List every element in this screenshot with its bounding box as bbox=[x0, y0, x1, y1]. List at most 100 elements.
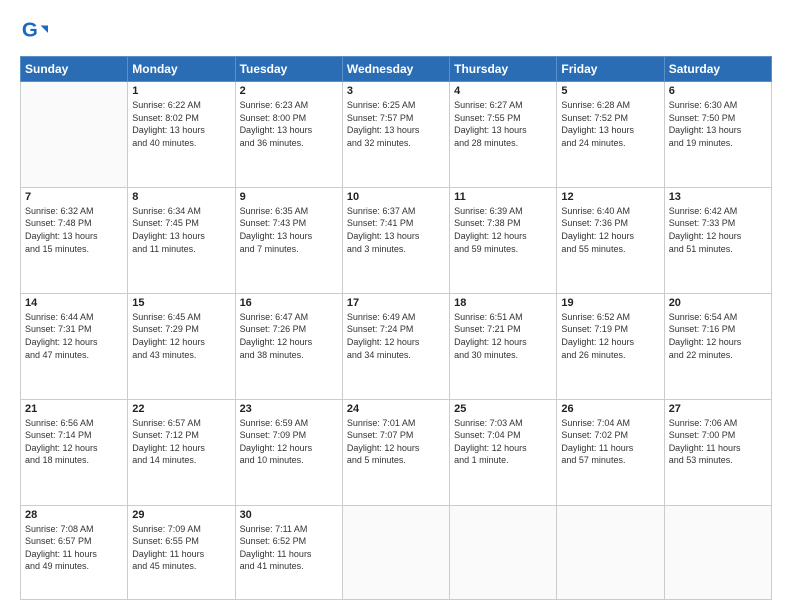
day-info: Sunrise: 7:09 AM Sunset: 6:55 PM Dayligh… bbox=[132, 523, 230, 573]
calendar-day-cell: 25 Sunrise: 7:03 AM Sunset: 7:04 PM Dayli… bbox=[450, 399, 557, 505]
day-info: Sunrise: 6:51 AM Sunset: 7:21 PM Dayligh… bbox=[454, 311, 552, 361]
logo: G bbox=[20, 18, 52, 46]
day-info: Sunrise: 6:42 AM Sunset: 7:33 PM Dayligh… bbox=[669, 205, 767, 255]
day-number: 19 bbox=[561, 297, 659, 309]
calendar-day-cell: 28 Sunrise: 7:08 AM Sunset: 6:57 PM Dayli… bbox=[21, 505, 128, 600]
day-number: 3 bbox=[347, 85, 445, 97]
calendar-day-cell bbox=[21, 82, 128, 188]
day-info: Sunrise: 6:44 AM Sunset: 7:31 PM Dayligh… bbox=[25, 311, 123, 361]
calendar-day-cell: 9 Sunrise: 6:35 AM Sunset: 7:43 PM Daylig… bbox=[235, 187, 342, 293]
calendar-day-cell: 27 Sunrise: 7:06 AM Sunset: 7:00 PM Dayli… bbox=[664, 399, 771, 505]
day-number: 24 bbox=[347, 403, 445, 415]
day-number: 21 bbox=[25, 403, 123, 415]
day-number: 10 bbox=[347, 191, 445, 203]
day-number: 1 bbox=[132, 85, 230, 97]
day-number: 13 bbox=[669, 191, 767, 203]
calendar-day-cell: 19 Sunrise: 6:52 AM Sunset: 7:19 PM Dayli… bbox=[557, 293, 664, 399]
day-info: Sunrise: 6:27 AM Sunset: 7:55 PM Dayligh… bbox=[454, 99, 552, 149]
calendar-day-cell: 14 Sunrise: 6:44 AM Sunset: 7:31 PM Dayli… bbox=[21, 293, 128, 399]
day-info: Sunrise: 6:28 AM Sunset: 7:52 PM Dayligh… bbox=[561, 99, 659, 149]
day-number: 5 bbox=[561, 85, 659, 97]
calendar-day-cell: 24 Sunrise: 7:01 AM Sunset: 7:07 PM Dayli… bbox=[342, 399, 449, 505]
day-info: Sunrise: 6:56 AM Sunset: 7:14 PM Dayligh… bbox=[25, 417, 123, 467]
day-info: Sunrise: 6:45 AM Sunset: 7:29 PM Dayligh… bbox=[132, 311, 230, 361]
calendar-week-row: 28 Sunrise: 7:08 AM Sunset: 6:57 PM Dayli… bbox=[21, 505, 772, 600]
weekday-header: Thursday bbox=[450, 57, 557, 82]
day-number: 23 bbox=[240, 403, 338, 415]
day-info: Sunrise: 6:49 AM Sunset: 7:24 PM Dayligh… bbox=[347, 311, 445, 361]
calendar-day-cell: 15 Sunrise: 6:45 AM Sunset: 7:29 PM Dayli… bbox=[128, 293, 235, 399]
calendar-day-cell: 20Sunrise: 6:54 AM Sunset: 7:16 PM Dayli… bbox=[664, 293, 771, 399]
day-info: Sunrise: 6:32 AM Sunset: 7:48 PM Dayligh… bbox=[25, 205, 123, 255]
calendar-day-cell: 30Sunrise: 7:11 AM Sunset: 6:52 PM Dayli… bbox=[235, 505, 342, 600]
day-info: Sunrise: 7:06 AM Sunset: 7:00 PM Dayligh… bbox=[669, 417, 767, 467]
weekday-header: Sunday bbox=[21, 57, 128, 82]
day-info: Sunrise: 6:35 AM Sunset: 7:43 PM Dayligh… bbox=[240, 205, 338, 255]
weekday-header: Monday bbox=[128, 57, 235, 82]
day-number: 9 bbox=[240, 191, 338, 203]
day-number: 28 bbox=[25, 509, 123, 521]
calendar-week-row: 1 Sunrise: 6:22 AM Sunset: 8:02 PM Daylig… bbox=[21, 82, 772, 188]
calendar-day-cell bbox=[664, 505, 771, 600]
weekday-header: Saturday bbox=[664, 57, 771, 82]
day-info: Sunrise: 6:40 AM Sunset: 7:36 PM Dayligh… bbox=[561, 205, 659, 255]
weekday-header: Tuesday bbox=[235, 57, 342, 82]
day-info: Sunrise: 6:39 AM Sunset: 7:38 PM Dayligh… bbox=[454, 205, 552, 255]
day-number: 8 bbox=[132, 191, 230, 203]
day-number: 26 bbox=[561, 403, 659, 415]
day-number: 22 bbox=[132, 403, 230, 415]
day-number: 25 bbox=[454, 403, 552, 415]
day-info: Sunrise: 6:59 AM Sunset: 7:09 PM Dayligh… bbox=[240, 417, 338, 467]
day-info: Sunrise: 6:47 AM Sunset: 7:26 PM Dayligh… bbox=[240, 311, 338, 361]
calendar-header-row: SundayMondayTuesdayWednesdayThursdayFrid… bbox=[21, 57, 772, 82]
calendar-day-cell bbox=[557, 505, 664, 600]
day-info: Sunrise: 7:08 AM Sunset: 6:57 PM Dayligh… bbox=[25, 523, 123, 573]
calendar-day-cell: 2 Sunrise: 6:23 AM Sunset: 8:00 PM Daylig… bbox=[235, 82, 342, 188]
calendar-day-cell: 12 Sunrise: 6:40 AM Sunset: 7:36 PM Dayli… bbox=[557, 187, 664, 293]
day-number: 7 bbox=[25, 191, 123, 203]
day-number: 4 bbox=[454, 85, 552, 97]
calendar-table: SundayMondayTuesdayWednesdayThursdayFrid… bbox=[20, 56, 772, 600]
day-number: 14 bbox=[25, 297, 123, 309]
calendar-day-cell: 8 Sunrise: 6:34 AM Sunset: 7:45 PM Daylig… bbox=[128, 187, 235, 293]
calendar-day-cell: 11 Sunrise: 6:39 AM Sunset: 7:38 PM Dayli… bbox=[450, 187, 557, 293]
svg-text:G: G bbox=[22, 19, 38, 42]
day-number: 17 bbox=[347, 297, 445, 309]
calendar-day-cell: 18Sunrise: 6:51 AM Sunset: 7:21 PM Dayli… bbox=[450, 293, 557, 399]
calendar-day-cell: 10 Sunrise: 6:37 AM Sunset: 7:41 PM Dayli… bbox=[342, 187, 449, 293]
day-info: Sunrise: 7:11 AM Sunset: 6:52 PM Dayligh… bbox=[240, 523, 338, 573]
weekday-header: Wednesday bbox=[342, 57, 449, 82]
day-info: Sunrise: 6:25 AM Sunset: 7:57 PM Dayligh… bbox=[347, 99, 445, 149]
day-number: 15 bbox=[132, 297, 230, 309]
day-info: Sunrise: 6:23 AM Sunset: 8:00 PM Dayligh… bbox=[240, 99, 338, 149]
calendar-day-cell: 1 Sunrise: 6:22 AM Sunset: 8:02 PM Daylig… bbox=[128, 82, 235, 188]
calendar-day-cell: 17 Sunrise: 6:49 AM Sunset: 7:24 PM Dayli… bbox=[342, 293, 449, 399]
weekday-header: Friday bbox=[557, 57, 664, 82]
calendar-day-cell: 22Sunrise: 6:57 AM Sunset: 7:12 PM Dayli… bbox=[128, 399, 235, 505]
day-info: Sunrise: 6:22 AM Sunset: 8:02 PM Dayligh… bbox=[132, 99, 230, 149]
day-info: Sunrise: 6:30 AM Sunset: 7:50 PM Dayligh… bbox=[669, 99, 767, 149]
day-number: 2 bbox=[240, 85, 338, 97]
day-number: 29 bbox=[132, 509, 230, 521]
calendar-week-row: 7 Sunrise: 6:32 AM Sunset: 7:48 PM Daylig… bbox=[21, 187, 772, 293]
day-number: 16 bbox=[240, 297, 338, 309]
day-number: 6 bbox=[669, 85, 767, 97]
day-info: Sunrise: 7:03 AM Sunset: 7:04 PM Dayligh… bbox=[454, 417, 552, 467]
calendar-day-cell: 5 Sunrise: 6:28 AM Sunset: 7:52 PM Daylig… bbox=[557, 82, 664, 188]
day-info: Sunrise: 6:34 AM Sunset: 7:45 PM Dayligh… bbox=[132, 205, 230, 255]
day-info: Sunrise: 6:37 AM Sunset: 7:41 PM Dayligh… bbox=[347, 205, 445, 255]
calendar-week-row: 14 Sunrise: 6:44 AM Sunset: 7:31 PM Dayli… bbox=[21, 293, 772, 399]
calendar-day-cell bbox=[342, 505, 449, 600]
calendar-day-cell: 23 Sunrise: 6:59 AM Sunset: 7:09 PM Dayli… bbox=[235, 399, 342, 505]
calendar-day-cell: 29 Sunrise: 7:09 AM Sunset: 6:55 PM Dayli… bbox=[128, 505, 235, 600]
calendar-day-cell: 16 Sunrise: 6:47 AM Sunset: 7:26 PM Dayli… bbox=[235, 293, 342, 399]
calendar-day-cell: 26Sunrise: 7:04 AM Sunset: 7:02 PM Dayli… bbox=[557, 399, 664, 505]
day-number: 27 bbox=[669, 403, 767, 415]
calendar-day-cell bbox=[450, 505, 557, 600]
day-info: Sunrise: 6:52 AM Sunset: 7:19 PM Dayligh… bbox=[561, 311, 659, 361]
calendar-day-cell: 21 Sunrise: 6:56 AM Sunset: 7:14 PM Dayli… bbox=[21, 399, 128, 505]
calendar-day-cell: 7 Sunrise: 6:32 AM Sunset: 7:48 PM Daylig… bbox=[21, 187, 128, 293]
day-number: 12 bbox=[561, 191, 659, 203]
day-info: Sunrise: 7:01 AM Sunset: 7:07 PM Dayligh… bbox=[347, 417, 445, 467]
day-number: 11 bbox=[454, 191, 552, 203]
